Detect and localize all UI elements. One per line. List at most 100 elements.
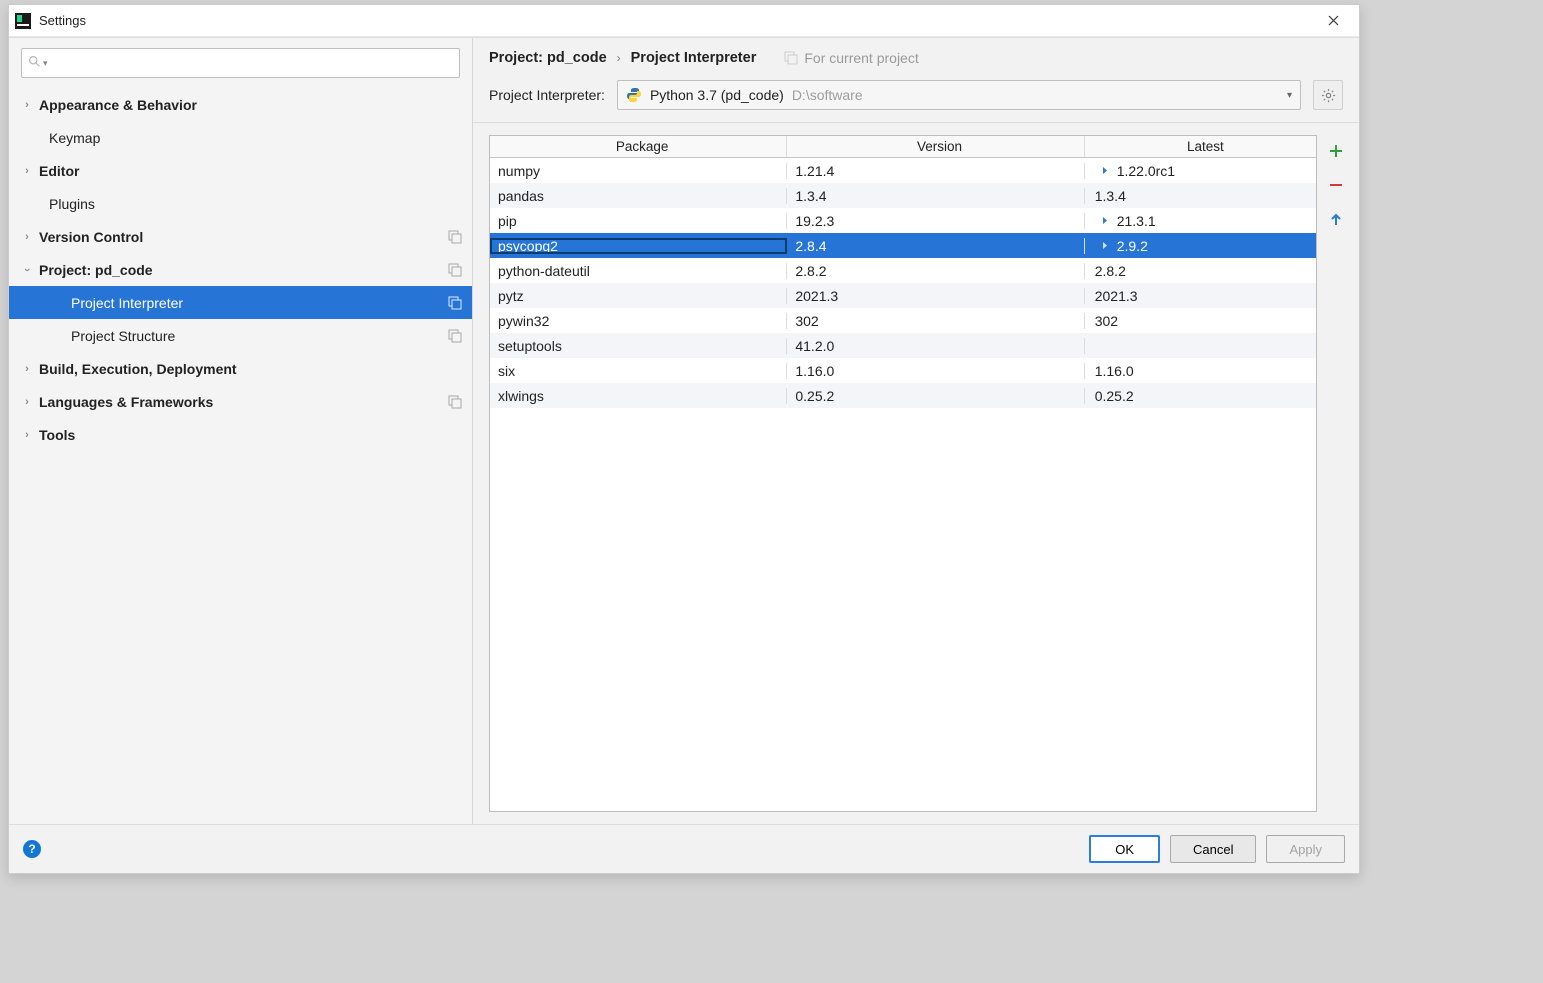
search-box[interactable]: ▾ [21,48,460,78]
breadcrumb-page: Project Interpreter [631,50,757,66]
package-latest: 1.16.0 [1085,363,1316,379]
package-version: 1.16.0 [787,363,1084,379]
package-row[interactable]: python-dateutil2.8.22.8.2 [490,258,1316,283]
pycharm-icon [15,13,31,29]
tree-project[interactable]: › Project: pd_code [9,253,472,286]
breadcrumb: Project: pd_code › Project Interpreter F… [473,38,1359,70]
package-row[interactable]: pywin32302302 [490,308,1316,333]
package-name: pywin32 [490,313,787,329]
settings-sidebar: ▾ › Appearance & Behavior Keymap › Edito… [9,38,473,824]
package-name: six [490,363,787,379]
package-name: xlwings [490,388,787,404]
breadcrumb-project: Project: pd_code [489,50,607,66]
col-version[interactable]: Version [787,136,1084,157]
upgrade-package-button[interactable] [1324,207,1348,231]
packages-header: Package Version Latest [490,136,1316,158]
settings-dialog: Settings ▾ › Appearance & Behavior [8,4,1360,874]
interpreter-settings-gear[interactable] [1313,80,1343,110]
scope-icon [448,230,462,244]
package-latest: 1.3.4 [1085,188,1316,204]
add-package-button[interactable] [1324,139,1348,163]
update-arrow-icon [1095,239,1113,252]
interpreter-dropdown[interactable]: Python 3.7 (pd_code) D:\software ▾ [617,80,1301,110]
tree-editor[interactable]: › Editor [9,154,472,187]
package-name: python-dateutil [490,263,787,279]
chevron-down-icon: › [21,262,33,278]
chevron-down-icon: ▾ [1287,90,1292,101]
chevron-right-icon: › [19,429,35,441]
package-latest: 21.3.1 [1085,213,1316,229]
interpreter-path: D:\software [792,87,863,103]
python-icon [626,87,642,103]
chevron-right-icon: › [19,231,35,243]
package-name: numpy [490,163,787,179]
scope-icon [448,329,462,343]
scope-icon [448,395,462,409]
tree-project-interpreter[interactable]: Project Interpreter [9,286,472,319]
window-title: Settings [39,13,86,28]
package-version: 41.2.0 [787,338,1084,354]
remove-package-button[interactable] [1324,173,1348,197]
col-package[interactable]: Package [490,136,787,157]
help-button[interactable]: ? [23,840,41,858]
tree-project-structure[interactable]: Project Structure [9,319,472,352]
chevron-right-icon: › [19,165,35,177]
settings-tree[interactable]: › Appearance & Behavior Keymap › Editor … [9,88,472,824]
update-arrow-icon [1095,214,1113,227]
package-row[interactable]: six1.16.01.16.0 [490,358,1316,383]
package-version: 2.8.2 [787,263,1084,279]
chevron-right-icon: › [19,99,35,111]
package-row[interactable]: numpy1.21.41.22.0rc1 [490,158,1316,183]
package-version: 2021.3 [787,288,1084,304]
titlebar: Settings [9,5,1359,37]
tree-appearance-behavior[interactable]: › Appearance & Behavior [9,88,472,121]
package-row[interactable]: psycopg22.8.42.9.2 [490,233,1316,258]
package-row[interactable]: pytz2021.32021.3 [490,283,1316,308]
package-latest: 2021.3 [1085,288,1316,304]
package-name: pip [490,213,787,229]
package-name: setuptools [490,338,787,354]
package-latest: 2.8.2 [1085,263,1316,279]
package-name: pytz [490,288,787,304]
breadcrumb-sep: › [617,51,621,65]
scope-icon [448,263,462,277]
apply-button[interactable]: Apply [1266,835,1345,863]
tree-languages-frameworks[interactable]: › Languages & Frameworks [9,385,472,418]
package-version: 19.2.3 [787,213,1084,229]
package-latest: 302 [1085,313,1316,329]
scope-icon [448,296,462,310]
interpreter-label: Project Interpreter: [489,87,605,103]
dialog-footer: ? OK Cancel Apply [9,824,1359,873]
package-version: 0.25.2 [787,388,1084,404]
package-name: psycopg2 [490,238,787,254]
col-latest[interactable]: Latest [1085,136,1316,157]
package-version: 1.21.4 [787,163,1084,179]
package-name: pandas [490,188,787,204]
package-row[interactable]: xlwings0.25.20.25.2 [490,383,1316,408]
tree-keymap[interactable]: Keymap [9,121,472,154]
scope-icon [784,51,798,65]
search-input[interactable] [48,56,453,71]
tree-build-exec-deploy[interactable]: › Build, Execution, Deployment [9,352,472,385]
update-arrow-icon [1095,164,1113,177]
package-version: 1.3.4 [787,188,1084,204]
package-row[interactable]: setuptools41.2.0 [490,333,1316,358]
package-row[interactable]: pip19.2.321.3.1 [490,208,1316,233]
search-icon [28,55,41,71]
cancel-button[interactable]: Cancel [1170,835,1256,863]
tree-plugins[interactable]: Plugins [9,187,472,220]
package-version: 302 [787,313,1084,329]
chevron-right-icon: › [19,396,35,408]
close-button[interactable] [1313,6,1353,36]
search-dropdown-chevron[interactable]: ▾ [43,58,48,69]
tree-tools[interactable]: › Tools [9,418,472,451]
package-latest: 2.9.2 [1085,238,1316,254]
ok-button[interactable]: OK [1089,835,1160,863]
tree-version-control[interactable]: › Version Control [9,220,472,253]
interpreter-name: Python 3.7 (pd_code) [650,87,784,103]
packages-table[interactable]: Package Version Latest numpy1.21.41.22.0… [489,135,1317,812]
chevron-right-icon: › [19,363,35,375]
package-row[interactable]: pandas1.3.41.3.4 [490,183,1316,208]
package-version: 2.8.4 [787,238,1084,254]
package-latest: 0.25.2 [1085,388,1316,404]
